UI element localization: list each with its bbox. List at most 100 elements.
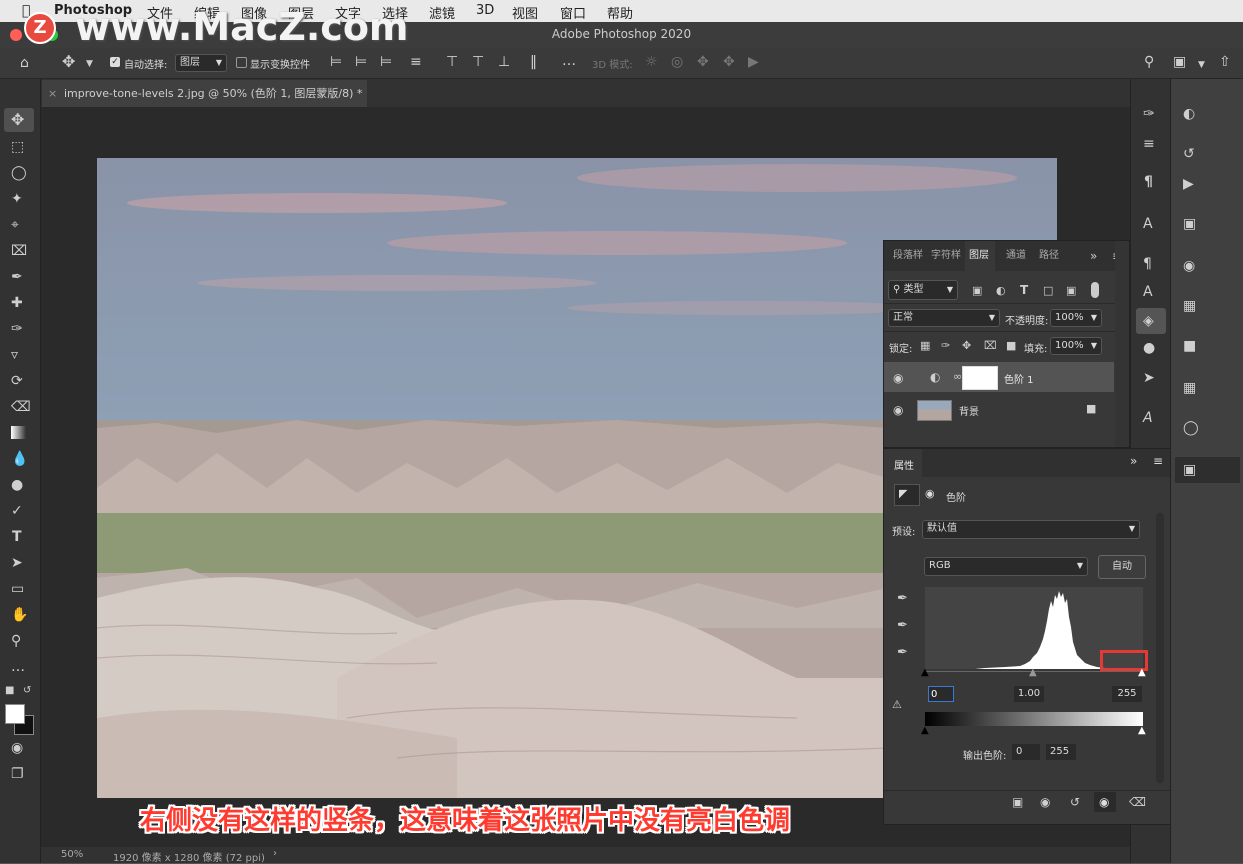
align-bottom-icon[interactable]: ⊥ [498, 55, 510, 69]
menu-view[interactable]: 视图 [512, 3, 538, 22]
layer-name[interactable]: 色阶 1 [1004, 371, 1034, 386]
3d-orbit-icon[interactable]: ☼ [645, 55, 658, 69]
lock-artboard-icon[interactable]: ⌧ [984, 339, 997, 353]
pen-tool-icon[interactable]: ✓ [11, 504, 23, 518]
reset-icon[interactable]: ↺ [1070, 795, 1080, 809]
3d-camera-icon[interactable]: ▶ [748, 55, 759, 69]
default-colors-icon[interactable]: ■ [5, 684, 14, 698]
trash-icon[interactable]: ⌫ [1129, 795, 1146, 809]
collapse-panel-icon[interactable]: » [1090, 241, 1097, 271]
paths-icon[interactable]: ➤ [1143, 371, 1155, 385]
tab-layers[interactable]: 图层 [969, 241, 989, 271]
layer-mask-thumbnail[interactable] [962, 366, 998, 390]
crop-tool-icon[interactable]: ⌖ [11, 218, 19, 232]
gray-point-eyedropper-icon[interactable]: ✒ [897, 619, 908, 633]
paragraph-icon[interactable]: ¶ [1144, 175, 1153, 189]
input-white-field[interactable]: 255 [1112, 686, 1142, 702]
white-point-eyedropper-icon[interactable]: ✒ [897, 646, 908, 660]
menu-help[interactable]: 帮助 [607, 3, 633, 22]
marquee-tool-icon[interactable]: ⬚ [11, 140, 24, 154]
share-icon[interactable]: ⇧ [1219, 55, 1231, 69]
filter-shape-icon[interactable]: □ [1043, 284, 1053, 298]
opacity-input[interactable]: 100% ▼ [1050, 309, 1102, 327]
distribute-icon[interactable]: ≡ [410, 55, 422, 69]
tab-character-styles[interactable]: 字符样 [931, 241, 961, 271]
align-left-icon[interactable]: ⊨ [330, 55, 342, 69]
document-tab[interactable]: × improve-tone-levels 2.jpg @ 50% (色阶 1,… [42, 80, 367, 107]
input-gamma-field[interactable]: 1.00 [1014, 686, 1044, 702]
visibility-eye-icon[interactable]: ◉ [893, 403, 903, 417]
character-styles-icon[interactable]: A [1143, 285, 1153, 299]
info-chevron-icon[interactable]: › [273, 848, 277, 859]
lock-transparent-icon[interactable]: ▦ [920, 339, 930, 353]
adjustments-sliders-icon[interactable]: ≡ [1143, 137, 1155, 151]
magic-wand-tool-icon[interactable]: ✦ [11, 192, 23, 206]
adjustments-icon[interactable]: ◐ [1183, 107, 1195, 121]
panel-menu-icon[interactable]: ≡ [1153, 454, 1163, 468]
filter-toggle[interactable] [1091, 282, 1099, 298]
history-brush-tool-icon[interactable]: ⟳ [11, 374, 23, 388]
tab-channels[interactable]: 通道 [1006, 241, 1026, 271]
fill-input[interactable]: 100% ▼ [1050, 337, 1102, 355]
healing-brush-tool-icon[interactable]: ✚ [11, 296, 23, 310]
view-previous-state-icon[interactable]: ◉ [1040, 795, 1050, 809]
output-white-field[interactable]: 255 [1046, 744, 1076, 760]
glyphs-icon[interactable]: A [1143, 411, 1153, 425]
foreground-color-swatch[interactable] [5, 704, 25, 724]
auto-select-checkbox[interactable]: ✓ [110, 57, 120, 67]
lasso-tool-icon[interactable]: ◯ [11, 166, 27, 180]
distribute-vertical-icon[interactable]: ‖ [530, 55, 537, 69]
more-options-icon[interactable]: … [562, 54, 576, 68]
history-icon[interactable]: ↺ [1183, 147, 1195, 161]
search-icon[interactable]: ⚲ [1144, 55, 1154, 69]
layer-row-background[interactable]: ◉ 背景 ■ [884, 394, 1114, 424]
collapse-panel-icon[interactable]: » [1130, 454, 1137, 468]
levels-adjustment-button[interactable]: ◤ [894, 484, 920, 506]
menu-window[interactable]: 窗口 [560, 3, 586, 22]
layer-row-levels[interactable]: ◉ ◐ ∞ 色阶 1 [884, 362, 1114, 392]
layers-scrollbar[interactable] [1115, 241, 1129, 447]
dodge-tool-icon[interactable]: ● [11, 478, 23, 492]
menu-filter[interactable]: 滤镜 [429, 3, 455, 22]
tab-paragraph-styles[interactable]: 段落样 [893, 241, 923, 271]
visibility-eye-icon[interactable]: ◉ [893, 371, 903, 385]
workspace-chevron-icon[interactable]: ▼ [1198, 58, 1205, 72]
output-white-slider[interactable]: ▲ [1138, 725, 1146, 736]
mask-link-icon[interactable]: ∞ [953, 370, 962, 384]
channels-icon[interactable]: ● [1143, 341, 1155, 355]
3d-pan-icon[interactable]: ✥ [697, 55, 709, 69]
3d-panel-icon[interactable]: ▣ [1183, 463, 1196, 477]
move-tool-icon[interactable]: ✥ [11, 112, 24, 128]
libraries-icon[interactable]: ▣ [1183, 217, 1196, 231]
eyedropper-tool-icon[interactable]: ✒ [11, 270, 23, 284]
output-black-slider[interactable]: ▲ [921, 725, 929, 736]
3d-roll-icon[interactable]: ◎ [671, 55, 683, 69]
lock-all-icon[interactable]: ■ [1006, 339, 1016, 353]
paragraph-styles-icon[interactable]: ¶ [1143, 257, 1152, 271]
actions-play-icon[interactable]: ▶ [1183, 177, 1194, 191]
align-hcenter-icon[interactable]: ⊨ [355, 55, 367, 69]
3d-slide-icon[interactable]: ✥ [723, 55, 735, 69]
learn-bulb-icon[interactable]: ◯ [1183, 421, 1199, 435]
properties-scrollbar[interactable] [1156, 513, 1164, 783]
filter-adjustment-icon[interactable]: ◐ [996, 284, 1006, 298]
character-icon[interactable]: A [1143, 217, 1153, 231]
align-top-icon[interactable]: ⊤ [446, 55, 458, 69]
quick-mask-icon[interactable]: ◉ [11, 741, 23, 755]
blur-tool-icon[interactable]: 💧 [11, 452, 28, 466]
auto-button[interactable]: 自动 [1098, 555, 1146, 579]
align-right-icon[interactable]: ⊨ [380, 55, 392, 69]
screen-mode-icon[interactable]: ❐ [11, 767, 24, 781]
lock-position-icon[interactable]: ✥ [962, 339, 971, 353]
hand-tool-icon[interactable]: ✋ [11, 608, 28, 622]
stamp-tool-icon[interactable]: ▿ [11, 348, 18, 362]
auto-select-dropdown[interactable]: 图层 ▼ [175, 54, 227, 72]
home-icon[interactable]: ⌂ [20, 56, 29, 70]
align-vcenter-icon[interactable]: ⊤ [472, 55, 484, 69]
preset-dropdown[interactable]: 默认值 ▼ [922, 520, 1140, 539]
brush-tool-icon[interactable]: ✑ [11, 322, 23, 336]
move-tool-icon[interactable]: ✥ [62, 54, 75, 70]
patterns-icon[interactable]: ▦ [1183, 381, 1196, 395]
tab-paths[interactable]: 路径 [1039, 241, 1059, 271]
type-tool-icon[interactable]: T [12, 530, 22, 544]
